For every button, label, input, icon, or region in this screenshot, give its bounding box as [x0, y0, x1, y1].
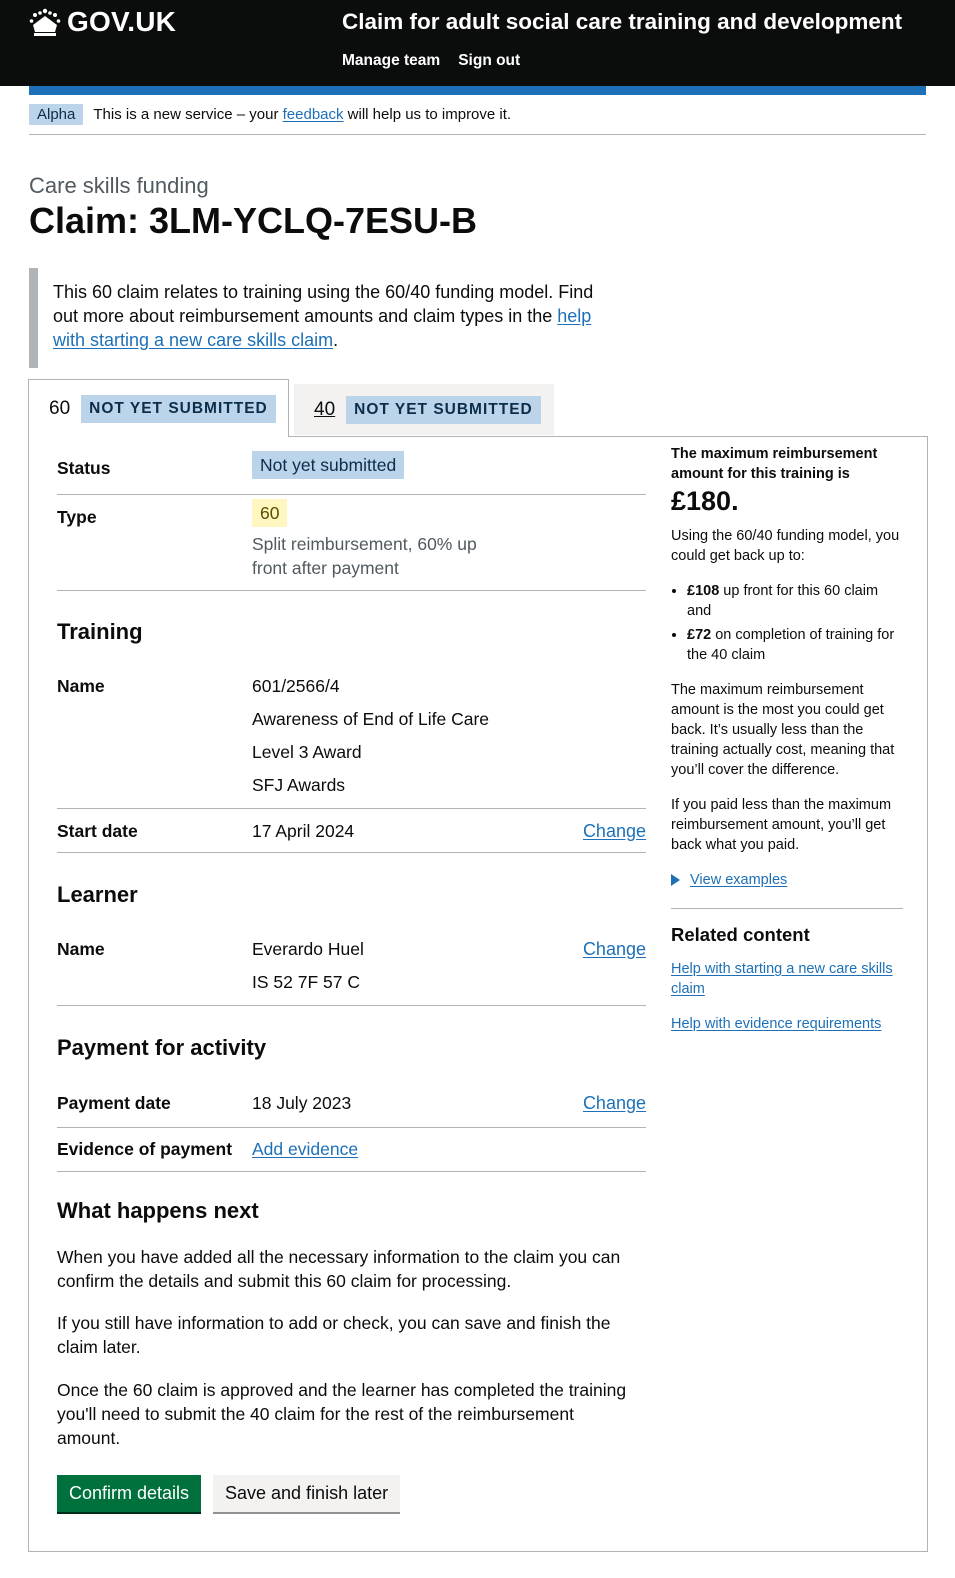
next-heading: What happens next: [57, 1198, 259, 1223]
learner-name-row: Name Everardo Huel IS 52 7F 57 C Change: [57, 931, 646, 1006]
feedback-link[interactable]: feedback: [283, 106, 344, 123]
sidebar-divider: [671, 908, 903, 909]
inset-end: .: [333, 330, 339, 350]
phase-banner: Alpha This is a new service – your feedb…: [29, 95, 926, 135]
training-code: 601/2566/4: [252, 676, 340, 696]
tab-40[interactable]: 40 Not yet submitted: [294, 384, 554, 435]
payment-date-row: Payment date 18 July 2023 Change: [57, 1084, 646, 1128]
add-evidence-link[interactable]: Add evidence: [252, 1139, 358, 1160]
tab-40-label: 40: [314, 398, 336, 420]
learner-name-value: Everardo Huel IS 52 7F 57 C: [252, 933, 364, 999]
amount-40-text: on completion of training for the 40 cla…: [687, 627, 895, 663]
type-value: 60 Split reimbursement, 60% up front aft…: [252, 499, 502, 580]
status-row: Status Not yet submitted: [57, 451, 646, 495]
training-provider: SFJ Awards: [252, 775, 346, 795]
max-reimbursement-intro: The maximum reimbursement amount for thi…: [671, 446, 878, 482]
training-heading: Training: [57, 619, 143, 644]
triangle-right-icon: [671, 874, 680, 886]
next-paragraph-2: If you still have information to add or …: [57, 1313, 611, 1357]
type-row: Type 60 Split reimbursement, 60% up fron…: [57, 495, 646, 591]
tab-60-status-tag: Not yet submitted: [81, 394, 276, 423]
tab-60-label: 60: [49, 397, 71, 419]
start-date-value: 17 April 2024: [252, 821, 355, 841]
next-paragraph-3: Once the 60 claim is approved and the le…: [57, 1380, 627, 1448]
training-name-row: Name 601/2566/4 Awareness of End of Life…: [57, 668, 646, 809]
tab-40-status-tag: Not yet submitted: [346, 395, 541, 424]
confirm-details-button[interactable]: Confirm details: [57, 1475, 202, 1512]
logo-text: GOV.UK: [67, 6, 177, 37]
inset-text: This 60 claim relates to training using …: [29, 268, 604, 368]
page-caption: Care skills funding: [29, 173, 209, 198]
govuk-logo-link[interactable]: GOV.UK: [29, 6, 176, 38]
start-date-row: Start date 17 April 2024 Change: [57, 809, 646, 853]
amount-40: £72: [687, 627, 712, 643]
training-title: Awareness of End of Life Care: [252, 709, 490, 729]
status-key: Status: [57, 458, 111, 478]
change-learner-link[interactable]: Change: [583, 939, 646, 960]
reimbursement-list: £108 up front for this 60 claim and £72 …: [671, 581, 903, 665]
site-header: GOV.UK Claim for adult social care train…: [0, 0, 955, 86]
phase-tag: Alpha: [29, 104, 84, 125]
learner-name: Everardo Huel: [252, 939, 364, 959]
learner-ni-number: IS 52 7F 57 C: [252, 972, 360, 992]
crown-icon: [29, 7, 61, 37]
payment-heading: Payment for activity: [57, 1035, 267, 1060]
inset-body: This 60 claim relates to training using …: [53, 282, 594, 326]
training-name-key: Name: [57, 676, 105, 696]
view-examples-link[interactable]: View examples: [690, 870, 787, 890]
paid-less-text: If you paid less than the maximum reimbu…: [671, 797, 892, 853]
page-title: Claim: 3LM-YCLQ-7ESU-B: [29, 200, 478, 241]
save-and-finish-later-button[interactable]: Save and finish later: [213, 1475, 401, 1512]
reimbursement-item-60: £108 up front for this 60 claim and: [687, 581, 903, 621]
amount-60: £108: [687, 583, 720, 599]
status-tag: Not yet submitted: [252, 451, 405, 479]
start-date-key: Start date: [57, 821, 138, 841]
sidebar: The maximum reimbursement amount for thi…: [671, 444, 903, 1049]
status-value: Not yet submitted: [252, 451, 405, 479]
type-tag: 60: [252, 499, 288, 527]
header-nav: Manage team Sign out: [342, 52, 520, 70]
nav-manage-team[interactable]: Manage team: [342, 52, 440, 70]
next-paragraph-1: When you have added all the necessary in…: [57, 1247, 621, 1291]
learner-name-key: Name: [57, 939, 105, 959]
view-examples-details[interactable]: View examples: [671, 870, 903, 890]
payment-date-value: 18 July 2023: [252, 1093, 352, 1113]
tab-60[interactable]: 60 Not yet submitted: [28, 379, 289, 437]
training-level: Level 3 Award: [252, 742, 362, 762]
related-links: Help with starting a new care skills cla…: [671, 959, 903, 1034]
type-hint: Split reimbursement, 60% up front after …: [252, 534, 477, 578]
funding-model-text: Using the 60/40 funding model, you could…: [671, 528, 900, 564]
related-link-starting-claim[interactable]: Help with starting a new care skills cla…: [671, 959, 903, 999]
max-reimbursement-amount: £180.: [671, 486, 739, 516]
learner-heading: Learner: [57, 882, 138, 907]
related-link-evidence[interactable]: Help with evidence requirements: [671, 1014, 903, 1034]
change-payment-date-link[interactable]: Change: [583, 1093, 646, 1114]
header-blue-bar: [29, 86, 926, 95]
service-name[interactable]: Claim for adult social care training and…: [342, 9, 902, 35]
phase-text-after: will help us to improve it.: [343, 106, 512, 123]
evidence-row: Evidence of payment Add evidence: [57, 1128, 646, 1172]
reimbursement-item-40: £72 on completion of training for the 40…: [687, 625, 903, 665]
max-explanation: The maximum reimbursement amount is the …: [671, 682, 895, 778]
type-key: Type: [57, 507, 97, 527]
evidence-key: Evidence of payment: [57, 1139, 233, 1159]
related-content-heading: Related content: [671, 924, 810, 945]
phase-text: This is a new service – your feedback wi…: [93, 106, 511, 123]
phase-text-before: This is a new service – your: [93, 106, 283, 123]
change-start-date-link[interactable]: Change: [583, 821, 646, 842]
training-name-value: 601/2566/4 Awareness of End of Life Care…: [252, 670, 489, 802]
payment-date-key: Payment date: [57, 1093, 171, 1113]
nav-sign-out[interactable]: Sign out: [458, 52, 520, 70]
